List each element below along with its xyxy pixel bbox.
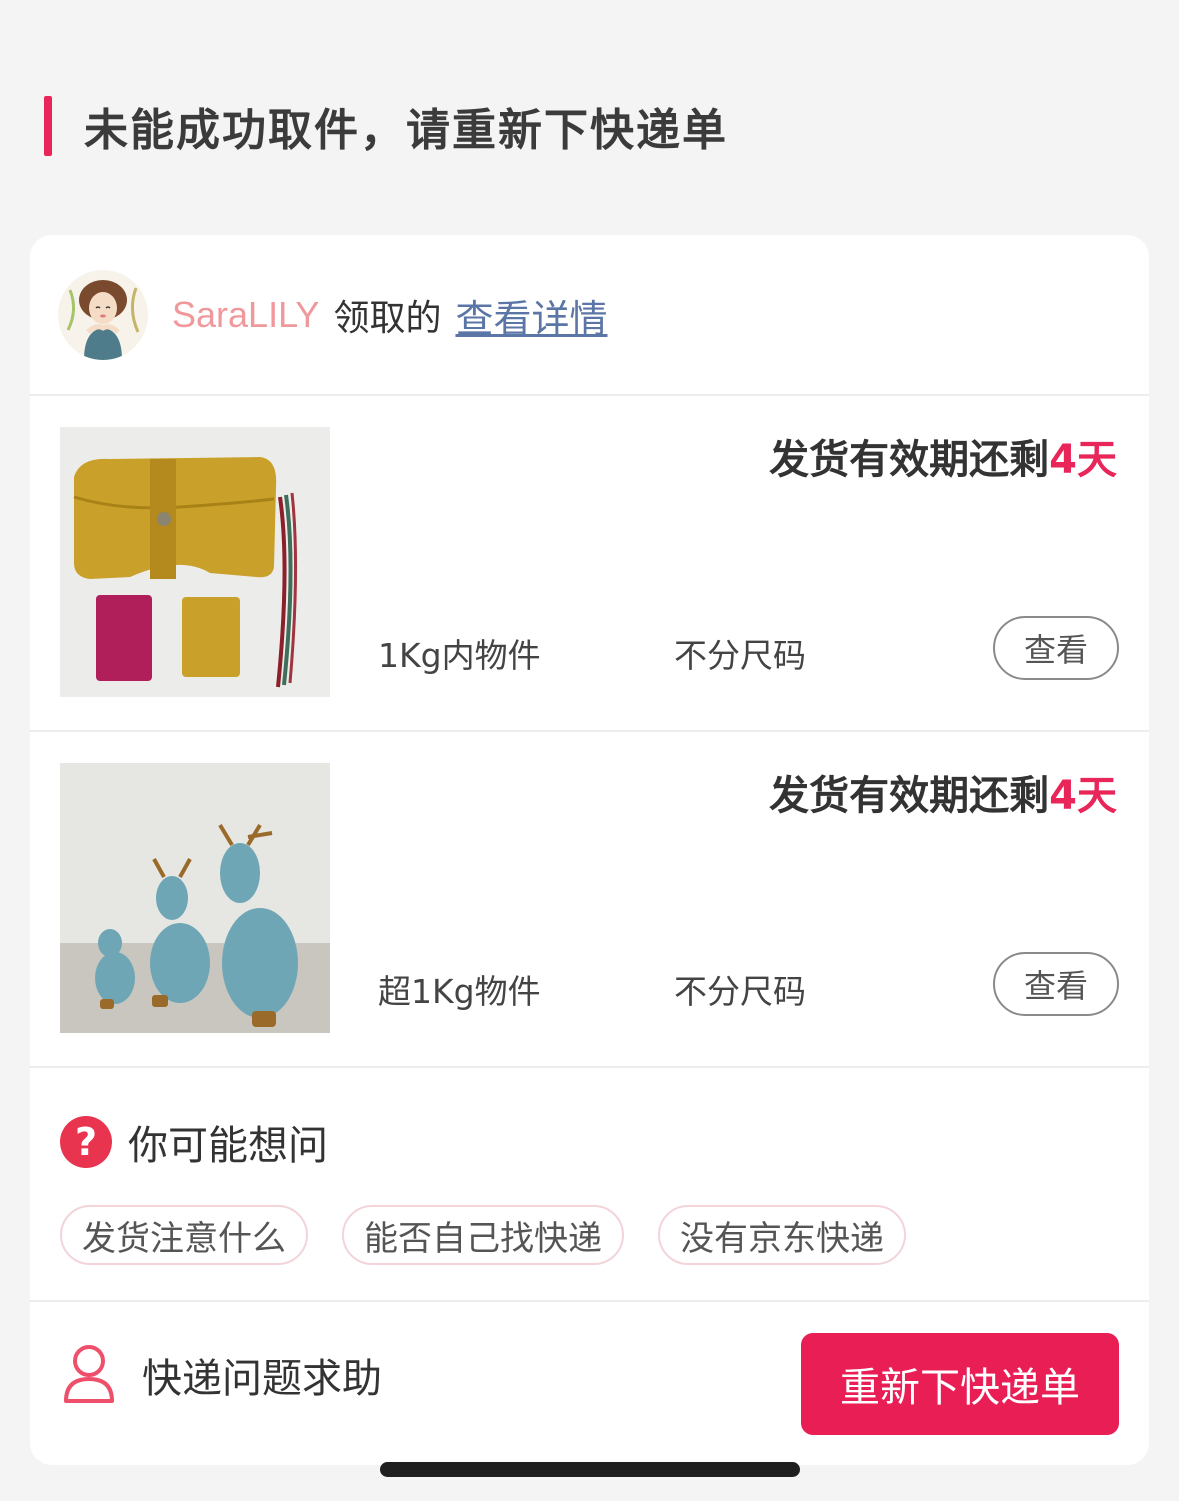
validity-text: 发货有效期还剩4天 (769, 763, 1117, 821)
blue-deer-figurines-photo-icon[interactable] (60, 763, 330, 1033)
express-help-label: 快递问题求助 (142, 1356, 382, 1402)
home-indicator[interactable] (380, 1462, 800, 1477)
validity-days: 4天 (1049, 437, 1117, 483)
section-header: 未能成功取件，请重新下快递单 (44, 96, 728, 156)
card-footer: 快递问题求助 重新下快递单 (30, 1303, 1149, 1465)
leather-wallet-photo-icon[interactable] (60, 427, 330, 697)
avatar[interactable] (58, 270, 148, 360)
question-icon: ? (60, 1116, 112, 1168)
weight-label: 超1Kg物件 (378, 972, 541, 1011)
faq-title: 你可能想问 (128, 1123, 328, 1169)
view-details-link[interactable]: 查看详情 (455, 288, 607, 343)
validity-prefix: 发货有效期还剩 (769, 437, 1050, 483)
pickup-card: SaraLILY 领取的 查看详情 发货有效期还剩4天 1Kg内物件 不分尺码 … (30, 235, 1149, 1465)
faq-chip-own-courier[interactable]: 能否自己找快递 (342, 1205, 624, 1265)
divider (30, 1300, 1149, 1302)
weight-label: 1Kg内物件 (378, 636, 541, 675)
faq-section: ? 你可能想问 发货注意什么 能否自己找快递 没有京东快递 (30, 1069, 1149, 1301)
claimer-row: SaraLILY 领取的 查看详情 (30, 235, 1149, 395)
section-title: 未能成功取件，请重新下快递单 (84, 105, 728, 156)
view-button[interactable]: 查看 (993, 952, 1119, 1016)
divider (30, 1066, 1149, 1068)
reorder-express-button[interactable]: 重新下快递单 (801, 1333, 1119, 1435)
size-label: 不分尺码 (674, 972, 806, 1011)
validity-prefix: 发货有效期还剩 (769, 773, 1050, 819)
faq-chip-no-jd-express[interactable]: 没有京东快递 (658, 1205, 906, 1265)
person-icon (62, 1343, 116, 1407)
faq-chip-shipping-notes[interactable]: 发货注意什么 (60, 1205, 308, 1265)
size-label: 不分尺码 (674, 636, 806, 675)
page: 未能成功取件，请重新下快递单 SaraLILY 领取的 查看详情 发货有效期还剩… (0, 0, 1179, 1501)
claimer-verb: 领取的 (333, 298, 442, 339)
claimer-name: SaraLILY (172, 294, 320, 335)
divider (30, 394, 1149, 396)
list-item: 发货有效期还剩4天 超1Kg物件 不分尺码 查看 (30, 733, 1149, 1067)
section-accent-bar (44, 96, 52, 156)
faq-chips: 发货注意什么 能否自己找快递 没有京东快递 (60, 1205, 906, 1265)
faq-header: ? 你可能想问 (60, 1113, 328, 1171)
validity-text: 发货有效期还剩4天 (769, 427, 1117, 485)
view-button[interactable]: 查看 (993, 616, 1119, 680)
list-item: 发货有效期还剩4天 1Kg内物件 不分尺码 查看 (30, 397, 1149, 731)
express-help-link[interactable]: 快递问题求助 (62, 1343, 382, 1407)
validity-days: 4天 (1049, 773, 1117, 819)
divider (30, 730, 1149, 732)
